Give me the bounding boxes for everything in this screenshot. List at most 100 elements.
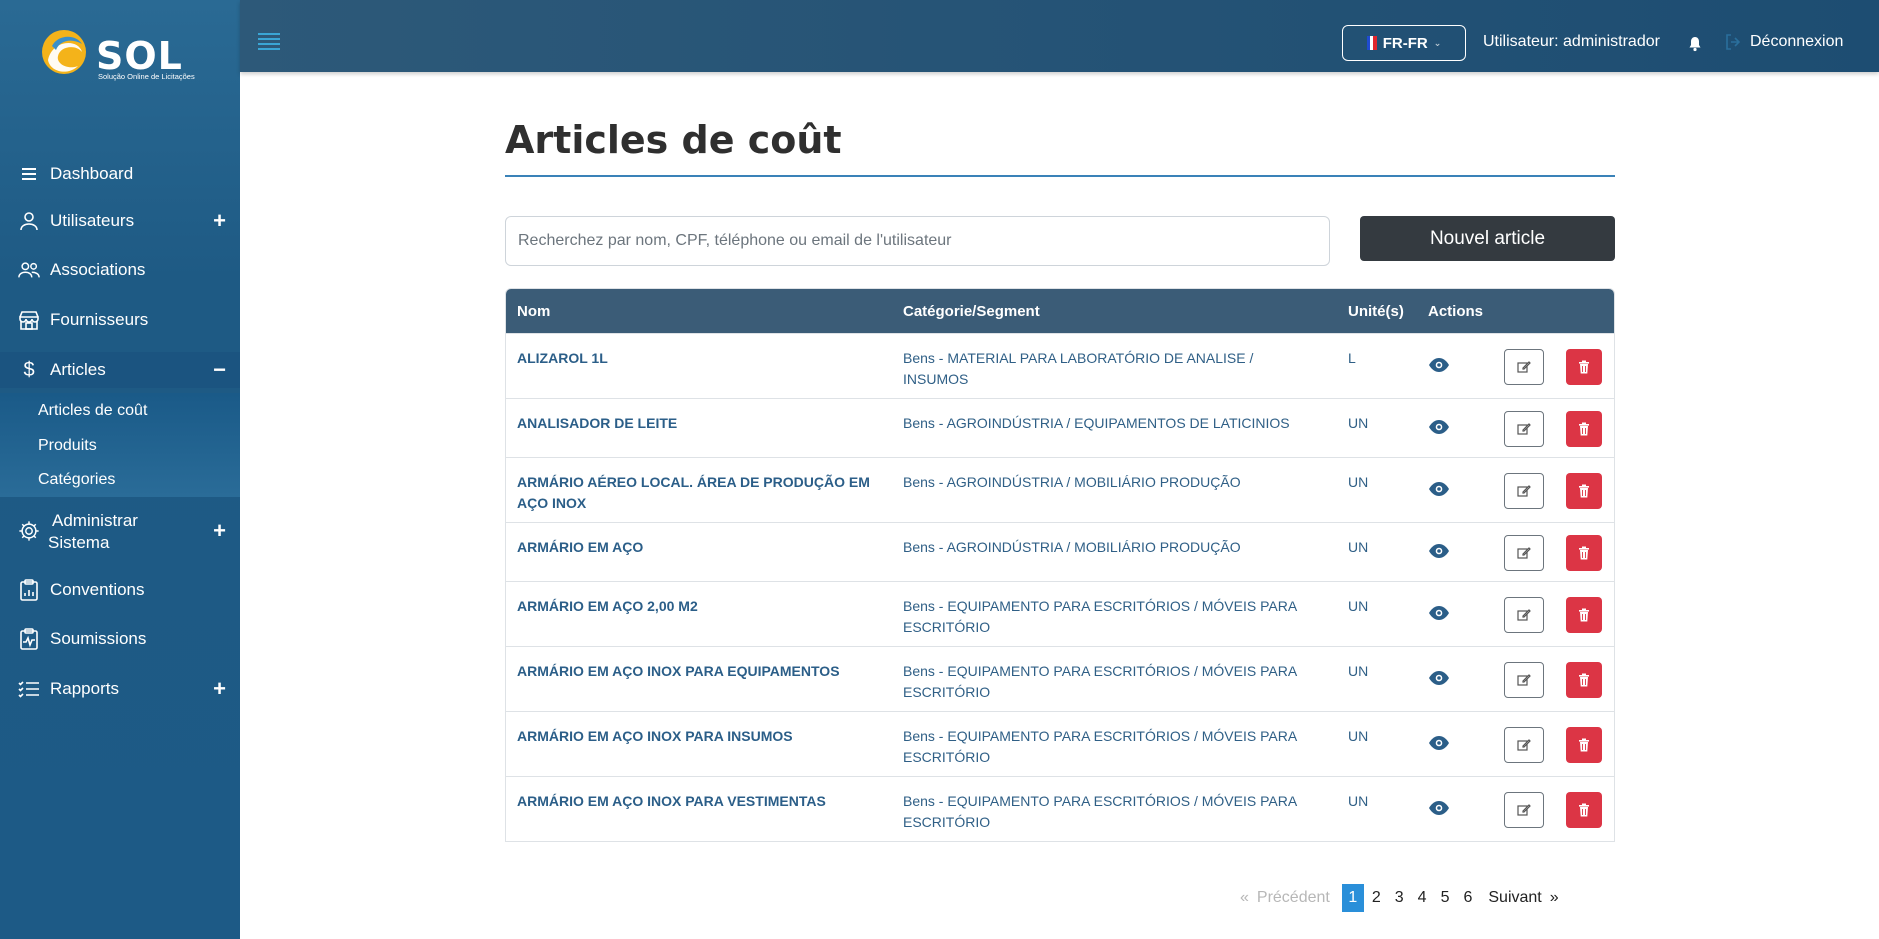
sidebar-item-dashboard[interactable]: Dashboard: [0, 156, 240, 192]
submenu-item-produits[interactable]: Produits: [38, 437, 97, 455]
edit-button[interactable]: [1504, 662, 1544, 698]
delete-button[interactable]: [1566, 411, 1602, 447]
next-page-link[interactable]: Suivant: [1488, 889, 1541, 907]
edit-button[interactable]: [1504, 349, 1544, 385]
edit-icon: [1517, 609, 1531, 621]
view-eye-icon[interactable]: [1428, 357, 1450, 373]
page-link-4[interactable]: 4: [1418, 889, 1427, 907]
column-header-categorie[interactable]: Catégorie/Segment: [903, 303, 1040, 320]
edit-button[interactable]: [1504, 727, 1544, 763]
trash-icon: [1579, 360, 1589, 374]
view-eye-icon[interactable]: [1428, 670, 1450, 686]
edit-icon: [1517, 485, 1531, 497]
column-header-nom[interactable]: Nom: [517, 303, 550, 320]
delete-button[interactable]: [1566, 727, 1602, 763]
sidebar-item-label: Sistema: [48, 533, 110, 552]
column-header-actions: Actions: [1428, 303, 1484, 320]
trash-icon: [1579, 738, 1589, 752]
sidebar-item-administrar-sistema[interactable]: Administrar Sistema +: [0, 510, 240, 556]
cell-categorie: Bens - EQUIPAMENTO PARA ESCRITÓRIOS / MÓ…: [903, 728, 1297, 765]
cell-nom[interactable]: ARMÁRIO EM AÇO INOX PARA INSUMOS: [517, 726, 877, 747]
bell-icon[interactable]: [1688, 36, 1702, 52]
logout-button[interactable]: Déconnexion: [1724, 33, 1843, 51]
view-eye-icon[interactable]: [1428, 543, 1450, 559]
sidebar: SOL Solução Online de Licitações Dashboa…: [0, 0, 240, 939]
cell-nom[interactable]: ARMÁRIO AÉREO LOCAL. ÁREA DE PRODUÇÃO EM…: [517, 472, 877, 514]
delete-button[interactable]: [1566, 473, 1602, 509]
sidebar-item-conventions[interactable]: Conventions: [0, 572, 240, 608]
delete-button[interactable]: [1566, 597, 1602, 633]
clipboard-pulse-icon: [18, 628, 40, 650]
table-row: ARMÁRIO EM AÇO INOX PARA INSUMOS Bens - E…: [506, 711, 1614, 776]
page-title: Articles de coût: [505, 118, 842, 162]
prev-page-link[interactable]: Précédent: [1257, 889, 1330, 907]
cell-nom[interactable]: ALIZAROL 1L: [517, 348, 877, 369]
expand-plus-icon[interactable]: +: [213, 208, 226, 234]
cell-categorie: Bens - AGROINDÚSTRIA / EQUIPAMENTOS DE L…: [903, 415, 1290, 431]
cell-nom[interactable]: ARMÁRIO EM AÇO: [517, 537, 877, 558]
store-icon: [18, 309, 40, 331]
cell-nom[interactable]: ARMÁRIO EM AÇO INOX PARA EQUIPAMENTOS: [517, 661, 877, 682]
edit-button[interactable]: [1504, 597, 1544, 633]
cell-categorie: Bens - EQUIPAMENTO PARA ESCRITÓRIOS / MÓ…: [903, 598, 1297, 635]
cell-nom[interactable]: ANALISADOR DE LEITE: [517, 413, 877, 434]
hamburger-menu-icon[interactable]: [258, 33, 280, 50]
france-flag-icon: [1366, 36, 1377, 50]
page-link-2[interactable]: 2: [1372, 889, 1381, 907]
view-eye-icon[interactable]: [1428, 605, 1450, 621]
trash-icon: [1579, 673, 1589, 687]
view-eye-icon[interactable]: [1428, 800, 1450, 816]
submenu-item-categories[interactable]: Catégories: [38, 471, 115, 489]
sidebar-item-label: Conventions: [50, 580, 145, 599]
submenu-item-articles-de-cout[interactable]: Articles de coût: [38, 402, 147, 420]
page-link-3[interactable]: 3: [1395, 889, 1404, 907]
page-link-6[interactable]: 6: [1463, 889, 1472, 907]
table-row: ANALISADOR DE LEITE Bens - AGROINDÚSTRIA …: [506, 398, 1614, 457]
cell-nom[interactable]: ARMÁRIO EM AÇO 2,00 M2: [517, 596, 877, 617]
table-row: ARMÁRIO AÉREO LOCAL. ÁREA DE PRODUÇÃO EM…: [506, 457, 1614, 522]
sidebar-item-associations[interactable]: Associations: [0, 252, 240, 288]
cell-categorie: Bens - EQUIPAMENTO PARA ESCRITÓRIOS / MÓ…: [903, 793, 1297, 830]
delete-button[interactable]: [1566, 792, 1602, 828]
trash-icon: [1579, 803, 1589, 817]
edit-button[interactable]: [1504, 535, 1544, 571]
edit-button[interactable]: [1504, 473, 1544, 509]
top-header: FR-FR ⌄ Utilisateur: administrador Décon…: [240, 0, 1879, 72]
table-row: ARMÁRIO EM AÇO Bens - AGROINDÚSTRIA / MOB…: [506, 522, 1614, 581]
expand-plus-icon[interactable]: +: [213, 676, 226, 702]
search-input[interactable]: [505, 216, 1330, 266]
sidebar-item-label: Dashboard: [50, 164, 134, 183]
dollar-icon: $: [23, 358, 35, 381]
delete-button[interactable]: [1566, 349, 1602, 385]
brand-logo[interactable]: SOL Solução Online de Licitações: [38, 24, 208, 88]
menu-lines-icon: [18, 163, 40, 185]
user-icon: [18, 210, 40, 232]
language-label: FR-FR: [1382, 34, 1428, 52]
column-header-unite[interactable]: Unité(s): [1348, 303, 1404, 320]
new-article-button[interactable]: Nouvel article: [1360, 216, 1615, 261]
sidebar-item-utilisateurs[interactable]: Utilisateurs +: [0, 203, 240, 239]
cell-nom[interactable]: ARMÁRIO EM AÇO INOX PARA VESTIMENTAS: [517, 791, 877, 812]
table-row: ARMÁRIO EM AÇO INOX PARA VESTIMENTAS Bens…: [506, 776, 1614, 841]
sidebar-item-articles[interactable]: $ Articles −: [0, 352, 240, 388]
collapse-minus-icon[interactable]: −: [213, 357, 226, 383]
view-eye-icon[interactable]: [1428, 735, 1450, 751]
view-eye-icon[interactable]: [1428, 419, 1450, 435]
trash-icon: [1579, 608, 1589, 622]
edit-button[interactable]: [1504, 792, 1544, 828]
view-eye-icon[interactable]: [1428, 481, 1450, 497]
edit-button[interactable]: [1504, 411, 1544, 447]
delete-button[interactable]: [1566, 662, 1602, 698]
sidebar-item-rapports[interactable]: Rapports +: [0, 671, 240, 707]
sidebar-item-label: Fournisseurs: [50, 310, 149, 329]
expand-plus-icon[interactable]: +: [213, 518, 226, 544]
page-link-5[interactable]: 5: [1441, 889, 1450, 907]
trash-icon: [1579, 546, 1589, 560]
delete-button[interactable]: [1566, 535, 1602, 571]
title-divider: [505, 175, 1615, 177]
sidebar-item-soumissions[interactable]: Soumissions: [0, 621, 240, 657]
page-link-1[interactable]: 1: [1341, 884, 1364, 912]
sidebar-item-label: Utilisateurs: [50, 211, 135, 230]
sidebar-item-fournisseurs[interactable]: Fournisseurs: [0, 302, 240, 338]
language-selector[interactable]: FR-FR ⌄: [1342, 25, 1466, 61]
